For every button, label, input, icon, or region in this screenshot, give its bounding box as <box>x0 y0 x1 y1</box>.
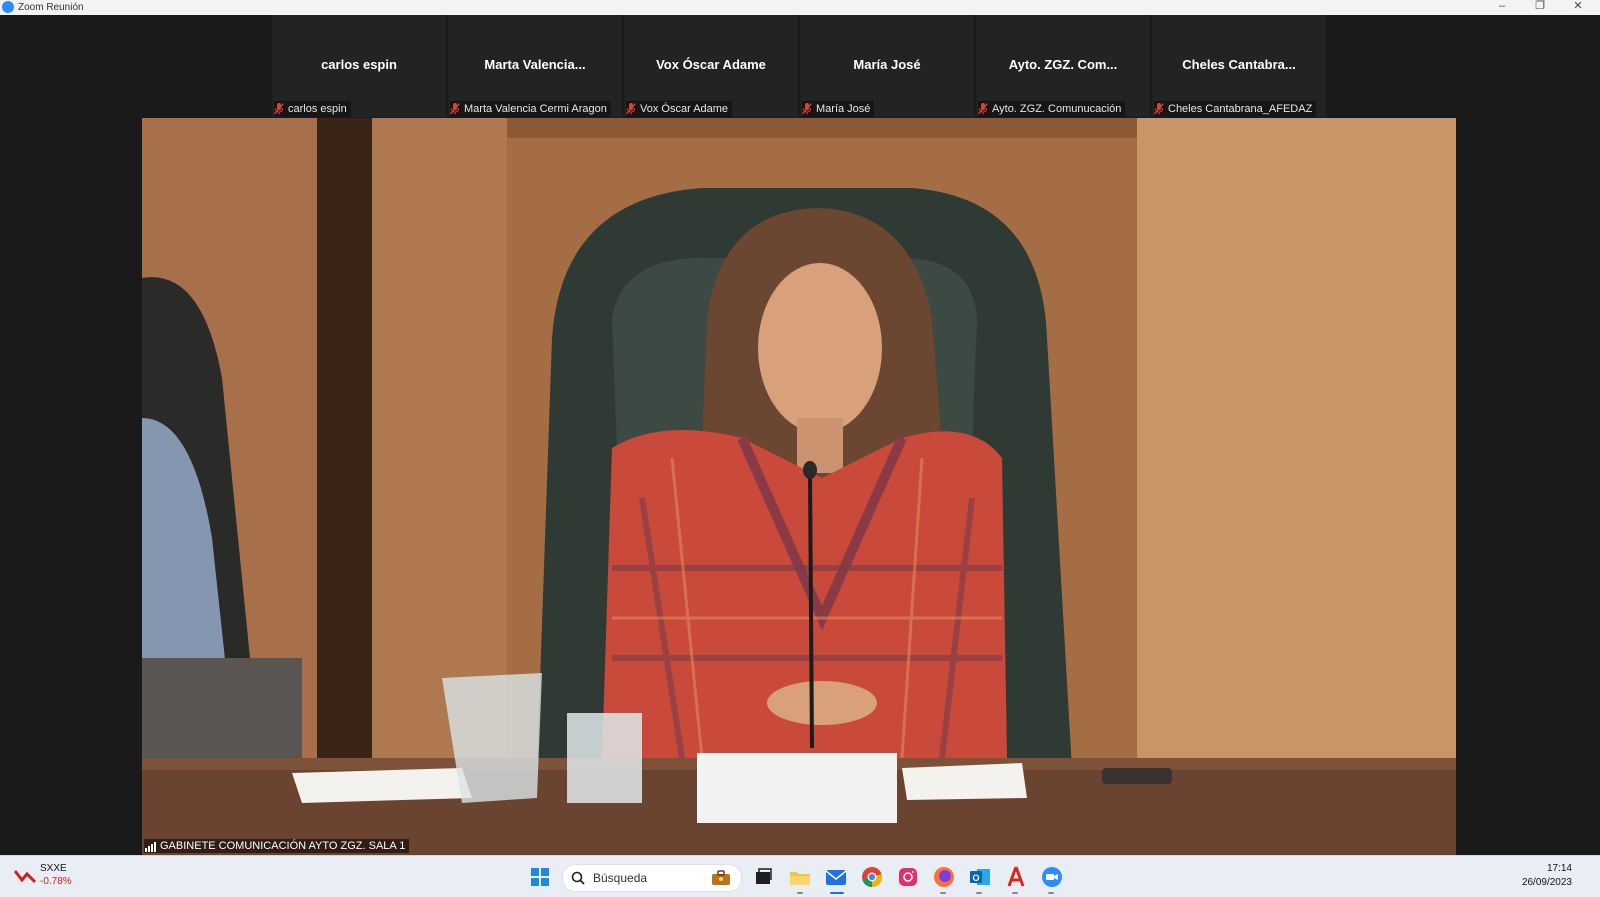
participant-tile[interactable]: María José María José <box>800 15 974 117</box>
participant-strip: carlos espin carlos espin Marta Valencia… <box>272 15 1328 117</box>
app-running-indicator <box>797 892 803 894</box>
participant-tile[interactable]: Cheles Cantabra... Cheles Cantabrana_AFE… <box>1152 15 1326 117</box>
muted-mic-icon <box>978 103 988 115</box>
video-frame-image <box>142 118 1456 855</box>
search-placeholder: Búsqueda <box>593 871 648 885</box>
participant-name: Marta Valencia... <box>484 57 586 72</box>
meeting-area: carlos espin carlos espin Marta Valencia… <box>0 15 1600 855</box>
participant-name: carlos espin <box>321 57 397 72</box>
ticker-change[interactable]: -0.78% <box>40 876 72 887</box>
svg-text:O: O <box>972 873 979 883</box>
close-button[interactable]: ✕ <box>1560 0 1596 15</box>
outlook-icon[interactable]: O <box>967 864 993 890</box>
video-label-text: GABINETE COMUNICACIÓN AYTO ZGZ. SALA 1 <box>160 840 406 852</box>
participant-label: Vox Óscar Adame <box>626 101 733 117</box>
participant-name: María José <box>853 57 921 72</box>
app-active-indicator <box>830 892 844 894</box>
system-clock[interactable]: 17:14 26/09/2023 <box>1522 862 1572 890</box>
ticker-symbol[interactable]: SXXE <box>40 863 67 874</box>
firefox-icon[interactable] <box>931 864 957 890</box>
participant-label-text: Cheles Cantabrana_AFEDAZ <box>1168 103 1313 115</box>
stock-ticker-icon[interactable] <box>14 868 36 884</box>
zoom-logo-icon <box>2 1 14 13</box>
restore-button[interactable]: ❐ <box>1522 0 1558 15</box>
app-running-indicator <box>1048 892 1054 894</box>
participant-label: María José <box>802 101 875 117</box>
participant-name: Cheles Cantabra... <box>1182 57 1296 72</box>
participant-label-text: María José <box>816 103 871 115</box>
muted-mic-icon <box>274 103 284 115</box>
muted-mic-icon <box>450 103 460 115</box>
app-running-indicator <box>1012 892 1018 894</box>
signal-strength-icon <box>145 842 156 852</box>
minimize-button[interactable]: – <box>1484 0 1520 15</box>
participant-label: Ayto. ZGZ. Comunucación <box>978 101 1126 117</box>
acrobat-reader-icon[interactable] <box>1003 864 1029 890</box>
participant-name: Vox Óscar Adame <box>656 57 766 72</box>
participant-tile[interactable]: Vox Óscar Adame Vox Óscar Adame <box>624 15 798 117</box>
participant-tile[interactable]: Marta Valencia... Marta Valencia Cermi A… <box>448 15 622 117</box>
participant-label-text: carlos espin <box>288 103 347 115</box>
clock-date: 26/09/2023 <box>1521 877 1572 888</box>
zoom-app-icon[interactable] <box>1039 864 1065 890</box>
taskbar: SXXE -0.78% Búsqueda O 17:14 26/09/2023 <box>0 855 1600 897</box>
file-explorer-icon[interactable] <box>787 864 813 890</box>
title-bar: Zoom Reunión – ❐ ✕ <box>0 0 1600 15</box>
muted-mic-icon <box>1154 103 1164 115</box>
participant-label-text: Marta Valencia Cermi Aragon <box>464 103 607 115</box>
participant-label-text: Ayto. ZGZ. Comunucación <box>992 103 1122 115</box>
participant-label: carlos espin <box>274 101 351 117</box>
window-title: Zoom Reunión <box>18 2 84 13</box>
chrome-icon[interactable] <box>859 864 885 890</box>
app-running-indicator <box>976 892 982 894</box>
app-running-indicator <box>940 892 946 894</box>
participant-label: Marta Valencia Cermi Aragon <box>450 101 611 117</box>
muted-mic-icon <box>626 103 636 115</box>
muted-mic-icon <box>802 103 812 115</box>
participant-name: Ayto. ZGZ. Com... <box>1008 57 1118 72</box>
instagram-icon[interactable] <box>895 864 921 890</box>
search-icon <box>571 871 585 885</box>
participant-tile[interactable]: Ayto. ZGZ. Com... Ayto. ZGZ. Comunucació… <box>976 15 1150 117</box>
main-video[interactable]: GABINETE COMUNICACIÓN AYTO ZGZ. SALA 1 <box>142 118 1456 855</box>
taskbar-search-box[interactable]: Búsqueda <box>562 864 742 892</box>
participant-tile[interactable]: carlos espin carlos espin <box>272 15 446 117</box>
clock-time: 17:14 <box>1546 863 1572 874</box>
task-view-icon[interactable] <box>750 864 776 890</box>
briefcase-icon <box>712 870 730 885</box>
mail-icon[interactable] <box>823 864 849 890</box>
participant-label-text: Vox Óscar Adame <box>640 103 729 115</box>
video-status-label: GABINETE COMUNICACIÓN AYTO ZGZ. SALA 1 <box>144 839 410 853</box>
participant-label: Cheles Cantabrana_AFEDAZ <box>1154 101 1317 117</box>
windows-start-icon[interactable] <box>531 868 549 886</box>
